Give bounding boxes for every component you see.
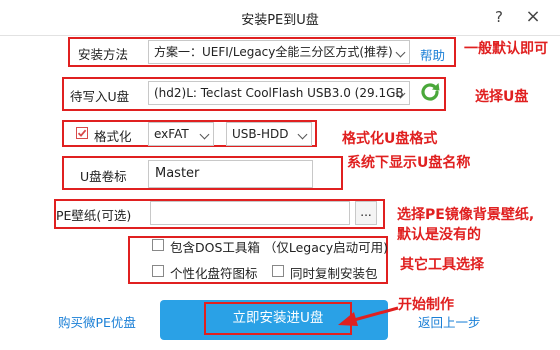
chevron-down-icon: [199, 129, 210, 140]
annotation-default: 一般默认即可: [464, 41, 548, 57]
help-icon[interactable]: ?: [488, 6, 510, 28]
volume-label-input[interactable]: Master: [148, 160, 313, 188]
install-method-label: 安装方法: [78, 47, 129, 62]
filesystem-value: exFAT: [154, 127, 189, 141]
target-disk-select[interactable]: (hd2)L: Teclast CoolFlash USB3.0 (29.1GB: [148, 81, 410, 105]
custom-drive-icon-label: 个性化盘符图标: [170, 266, 258, 281]
install-method-value: 方案一：UEFI/Legacy全能三分区方式(推荐): [154, 45, 393, 59]
annotation-name: 系统下显示U盘名称: [347, 155, 471, 171]
arrow-left-icon: [334, 304, 402, 330]
boot-mode-select[interactable]: USB-HDD: [226, 122, 312, 146]
copy-installer-label: 同时复制安装包: [290, 266, 378, 281]
filesystem-select[interactable]: exFAT: [148, 122, 214, 146]
check-icon: [77, 129, 87, 137]
wallpaper-path-input[interactable]: [150, 201, 350, 225]
volume-label-label: U盘卷标: [80, 169, 127, 184]
target-disk-value: (hd2)L: Teclast CoolFlash USB3.0 (29.1GB: [154, 86, 404, 100]
custom-drive-icon-checkbox[interactable]: [152, 265, 164, 277]
target-disk-label: 待写入U盘: [70, 89, 130, 104]
browse-button[interactable]: ...: [355, 201, 377, 225]
dos-toolbox-checkbox[interactable]: [152, 239, 164, 251]
wallpaper-label: PE壁纸(可选): [56, 208, 132, 223]
dos-toolbox-label: 包含DOS工具箱 （仅Legacy启动可用): [170, 240, 389, 255]
annotation-format: 格式化U盘格式: [342, 131, 438, 147]
chevron-down-icon: [297, 129, 308, 140]
buy-usb-link[interactable]: 购买微PE优盘: [58, 312, 136, 331]
boot-mode-value: USB-HDD: [232, 127, 289, 141]
annotation-wallpaper-2: 默认是没有的: [397, 227, 481, 243]
help-link[interactable]: 帮助: [420, 45, 445, 64]
install-button[interactable]: 立即安装进U盘: [206, 304, 350, 333]
window-title: 安装PE到U盘: [241, 13, 319, 28]
format-label: 格式化: [94, 129, 132, 144]
format-checkbox[interactable]: [76, 127, 88, 139]
annotation-start: 开始制作: [398, 297, 454, 313]
refresh-icon[interactable]: [418, 80, 442, 104]
chevron-down-icon: [395, 47, 406, 58]
annotation-select-disk: 选择U盘: [475, 89, 529, 105]
install-method-select[interactable]: 方案一：UEFI/Legacy全能三分区方式(推荐): [148, 40, 410, 64]
annotation-wallpaper-1: 选择PE镜像背景壁纸,: [397, 207, 535, 223]
close-icon[interactable]: ×: [522, 6, 544, 28]
copy-installer-checkbox[interactable]: [272, 265, 284, 277]
annotation-tools: 其它工具选择: [400, 257, 484, 273]
